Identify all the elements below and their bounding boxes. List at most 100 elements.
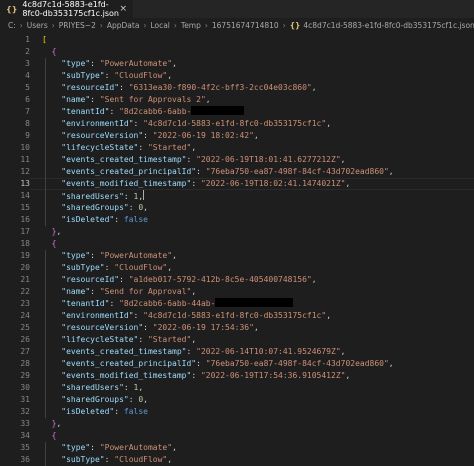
code-token: { bbox=[51, 431, 57, 440]
code-token: false bbox=[123, 407, 148, 416]
breadcrumb-segment[interactable]: C: bbox=[8, 21, 16, 30]
code-line[interactable]: "tenantId": "8d2cabb6-6abb-44ab- bbox=[42, 298, 472, 310]
code-token: "2022-06-19T18:02:41.1474021Z" bbox=[200, 179, 346, 188]
code-token: false bbox=[123, 215, 148, 224]
code-line[interactable]: "isDeleted": false bbox=[42, 406, 472, 418]
code-token: "events_created_principalId" bbox=[61, 167, 197, 176]
code-line[interactable]: "resourceVersion": "2022-06-19 18:02:42"… bbox=[42, 130, 472, 142]
code-line[interactable]: "type": "PowerAutomate", bbox=[42, 442, 472, 454]
code-line[interactable]: "sharedUsers": 1, bbox=[42, 382, 472, 394]
code-token: : bbox=[90, 443, 100, 452]
line-number: 2 bbox=[25, 47, 30, 56]
code-line[interactable]: "name": "Sent for Approvals 2", bbox=[42, 94, 472, 106]
line-number: 7 bbox=[25, 107, 30, 116]
code-line[interactable]: "lifecycleState": "Started", bbox=[42, 142, 472, 154]
code-line[interactable]: "resourceId": "a1deb017-5792-412b-8c5e-4… bbox=[42, 274, 472, 286]
breadcrumb-segment[interactable]: AppData bbox=[107, 21, 140, 30]
code-token: "subType" bbox=[61, 455, 105, 464]
code-line[interactable]: "subType": "CloudFlow", bbox=[42, 262, 472, 274]
breadcrumb-segment[interactable]: Temp bbox=[181, 21, 201, 30]
line-number: 4 bbox=[25, 71, 30, 80]
code-token: : bbox=[119, 83, 129, 92]
code-token: : bbox=[191, 179, 201, 188]
editor-tab[interactable]: {} 4c8d7c1d-5883-e1fd-8fc0-db353175cf1c.… bbox=[0, 0, 133, 18]
code-line[interactable]: "type": "PowerAutomate", bbox=[42, 250, 472, 262]
code-line[interactable]: "environmentId": "4c8d7c1d-5883-e1fd-8fc… bbox=[42, 310, 472, 322]
code-token: "lifecycleState" bbox=[61, 143, 139, 152]
code-token: "sharedGroups" bbox=[61, 203, 129, 212]
code-line[interactable]: "type": "PowerAutomate", bbox=[42, 58, 472, 70]
code-line[interactable]: { bbox=[42, 430, 472, 442]
breadcrumb-segment[interactable]: Users bbox=[27, 21, 48, 30]
line-number: 17 bbox=[20, 227, 30, 236]
code-line[interactable]: "name": "Send for Approval", bbox=[42, 286, 472, 298]
code-token: "events_created_timestamp" bbox=[61, 155, 187, 164]
chevron-right-icon: › bbox=[19, 21, 23, 30]
code-token: "subType" bbox=[61, 71, 105, 80]
code-line[interactable]: "events_created_principalId": "76eba750-… bbox=[42, 166, 472, 178]
code-line[interactable]: "events_created_timestamp": "2022-06-19T… bbox=[42, 154, 472, 166]
code-line[interactable]: "sharedUsers": 1, bbox=[42, 190, 472, 202]
code-token: "sharedUsers" bbox=[61, 383, 124, 392]
breadcrumb-segment[interactable]: Local bbox=[150, 21, 169, 30]
code-token: : bbox=[90, 251, 100, 260]
code-line[interactable]: "isDeleted": false bbox=[42, 214, 472, 226]
code-line[interactable]: { bbox=[42, 238, 472, 250]
code-token: , bbox=[167, 455, 173, 464]
redaction-block bbox=[215, 298, 293, 307]
code-token: , bbox=[172, 59, 177, 68]
line-number: 35 bbox=[20, 443, 30, 452]
breadcrumb-segment[interactable]: PRIYES~2 bbox=[59, 21, 96, 30]
code-line[interactable]: [ bbox=[42, 34, 472, 46]
line-number: 18 bbox=[20, 239, 30, 248]
code-line[interactable]: "resourceVersion": "2022-06-19 17:54:36"… bbox=[42, 322, 472, 334]
code-line[interactable]: }, bbox=[42, 226, 472, 238]
close-icon[interactable]: × bbox=[119, 4, 127, 14]
line-number: 5 bbox=[25, 83, 30, 92]
code-token: "lifecycleState" bbox=[61, 335, 139, 344]
code-line[interactable]: "environmentId": "4c8d7c1d-5883-e1fd-8fc… bbox=[42, 118, 472, 130]
code-line[interactable]: "sharedGroups": 0, bbox=[42, 394, 472, 406]
code-token: : bbox=[133, 119, 144, 128]
breadcrumb-segment[interactable]: 16751674714810 bbox=[212, 21, 279, 30]
code-line[interactable]: "events_modified_timestamp": "2022-06-19… bbox=[42, 370, 472, 382]
code-token: "resourceId" bbox=[61, 83, 120, 92]
code-line[interactable]: "subType": "CloudFlow", bbox=[42, 70, 472, 82]
code-line[interactable]: "events_created_principalId": "76eba750-… bbox=[42, 358, 472, 370]
code-token: , bbox=[143, 395, 148, 404]
breadcrumb-file[interactable]: 4c8d7c1d-5883-e1fd-8fc0-db353175cf1c.jso… bbox=[303, 21, 474, 30]
code-token: "PowerAutomate" bbox=[99, 443, 173, 452]
code-token: : bbox=[109, 299, 120, 308]
code-line[interactable]: }, bbox=[42, 418, 472, 430]
code-line[interactable]: { bbox=[42, 46, 472, 58]
code-line[interactable]: "tenantId": "8d2cabb6-6abb- bbox=[42, 106, 472, 118]
code-line[interactable]: "events_created_timestamp": "2022-06-14T… bbox=[42, 346, 472, 358]
code-line[interactable]: "sharedGroups": 0, bbox=[42, 202, 472, 214]
code-token: : bbox=[128, 203, 139, 212]
code-token: "CloudFlow" bbox=[114, 71, 168, 80]
code-line[interactable]: "events_modified_timestamp": "2022-06-19… bbox=[42, 178, 472, 190]
code-line[interactable]: "resourceId": "6313ea30-f890-4f2c-bff3-2… bbox=[42, 82, 472, 94]
code-token: "type" bbox=[61, 443, 91, 452]
code-line[interactable]: "lifecycleState": "Started", bbox=[42, 334, 472, 346]
line-number: 29 bbox=[20, 371, 30, 380]
code-editor[interactable]: 1 2 3 4 5 6 7 8 9 10 11 12 13 14 15 16 17 18 19 20 21 22 23 24 2… bbox=[0, 33, 474, 466]
code-token: , bbox=[340, 347, 346, 356]
code-token: "4c8d7c1d-5883-e1fd-8fc0-db353175cf1c" bbox=[143, 311, 327, 320]
line-number: 22 bbox=[20, 287, 30, 296]
code-line[interactable]: "subType": "CloudFlow", bbox=[42, 454, 472, 466]
